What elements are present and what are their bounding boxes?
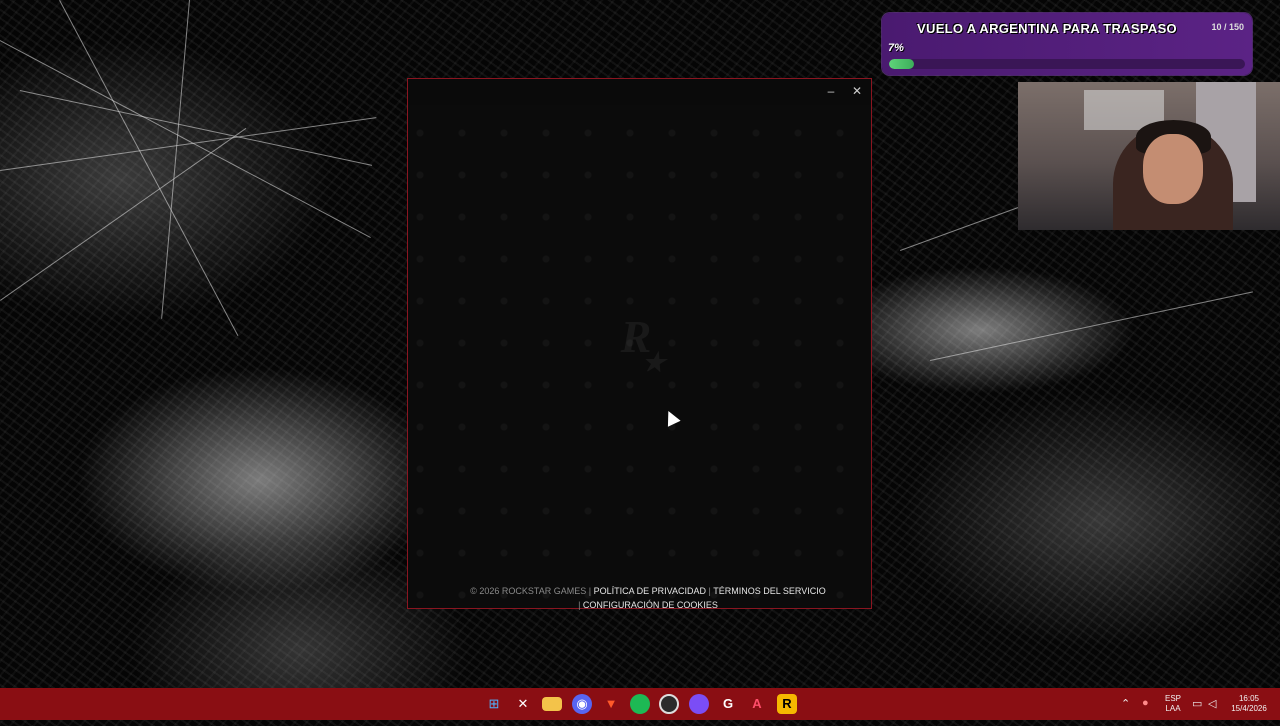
- keyboard-layout: LAA: [1165, 704, 1181, 713]
- web-strand: [0, 40, 371, 239]
- separator: |: [708, 586, 711, 596]
- terms-of-service-link[interactable]: TÉRMINOS DEL SERVICIO: [713, 586, 826, 596]
- chevron-up-icon[interactable]: ⌃: [1121, 697, 1130, 710]
- microphone-icon[interactable]: ●: [1142, 697, 1149, 709]
- obs-icon[interactable]: [659, 694, 679, 714]
- file-explorer-icon[interactable]: [542, 697, 562, 711]
- clock[interactable]: 16:05 15/4/2026: [1226, 694, 1272, 726]
- close-button[interactable]: ✕: [849, 83, 865, 99]
- brave-icon[interactable]: ▼: [601, 694, 621, 714]
- web-strand: [161, 0, 190, 319]
- taskbar: ⊞ ✕ ◉ ▼ G A R ⌃ ● ESP LAA ▭ ◁ 16:05 15/4…: [0, 688, 1280, 720]
- launcher-footer: © 2026 ROCKSTAR GAMES | POLÍTICA DE PRIV…: [468, 584, 828, 612]
- webcam-overlay: [1018, 82, 1280, 230]
- web-strand: [0, 127, 247, 301]
- spotify-icon[interactable]: [630, 694, 650, 714]
- clock-time: 16:05: [1238, 694, 1260, 703]
- clock-date: 15/4/2026: [1231, 704, 1267, 713]
- copyright-text: © 2026 ROCKSTAR GAMES: [470, 586, 587, 596]
- adobe-icon[interactable]: A: [747, 694, 767, 714]
- rockstar-launcher-window[interactable]: – ✕ R ★ © 2026 ROCKSTAR GAMES | POLÍTICA…: [407, 78, 872, 612]
- window-titlebar[interactable]: – ✕: [408, 79, 871, 105]
- discord-icon[interactable]: ◉: [572, 694, 592, 714]
- privacy-policy-link[interactable]: POLÍTICA DE PRIVACIDAD: [594, 586, 706, 596]
- goal-percent: 7%: [888, 42, 904, 54]
- rockstar-launcher-icon[interactable]: R: [777, 694, 797, 714]
- goal-title: VUELO A ARGENTINA PARA TRASPASO: [917, 21, 1177, 36]
- web-strand: [19, 90, 373, 166]
- web-strand: [59, 0, 239, 336]
- x-icon[interactable]: ✕: [513, 694, 533, 714]
- goal-progress-track: [889, 59, 1245, 69]
- cookie-settings-link[interactable]: CONFIGURACIÓN DE COOKIES: [583, 600, 718, 610]
- separator: |: [578, 600, 581, 610]
- circle-app-icon[interactable]: [689, 694, 709, 714]
- language-code: ESP: [1164, 694, 1181, 703]
- language-indicator[interactable]: ESP LAA: [1160, 694, 1186, 726]
- rockstar-logo: R ★: [606, 307, 666, 377]
- volume-icon[interactable]: ◁: [1208, 697, 1216, 710]
- chrome-icon[interactable]: G: [718, 694, 738, 714]
- web-strand: [930, 291, 1253, 361]
- windows-start-icon[interactable]: ⊞: [484, 694, 504, 714]
- star-icon: ★: [642, 348, 666, 377]
- network-icon[interactable]: ▭: [1192, 697, 1202, 710]
- separator: |: [588, 586, 592, 596]
- minimize-button[interactable]: –: [823, 83, 839, 99]
- goal-progress-fill: [889, 59, 914, 69]
- stream-goal-widget: VUELO A ARGENTINA PARA TRASPASO 10 / 150…: [882, 13, 1252, 75]
- goal-count: 10 / 150: [1211, 22, 1244, 32]
- webcam-person-face: [1143, 134, 1203, 204]
